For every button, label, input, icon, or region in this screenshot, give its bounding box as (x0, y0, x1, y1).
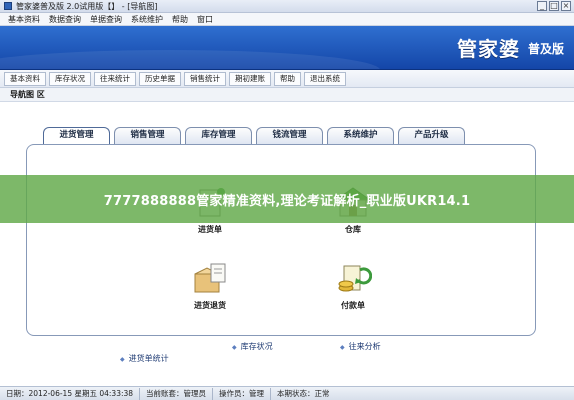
payment-order-icon (334, 262, 373, 294)
toolbar-sales-stats-button[interactable]: 销售统计 (184, 71, 226, 86)
tab-purchase-management[interactable]: 进货管理 (43, 127, 110, 145)
status-period: 本期状态：正常 (277, 388, 330, 398)
tab-system-maintenance[interactable]: 系统维护 (327, 127, 394, 144)
toolbar-basic-data-button[interactable]: 基本资料 (4, 71, 46, 86)
overlay-banner: 7777888888管家精准资料,理论考证解析_职业版UKR14.1 (0, 175, 574, 223)
menu-help[interactable]: 帮助 (172, 14, 188, 25)
payment-order-module[interactable]: 付款单 (318, 262, 388, 311)
link-payables-analysis[interactable]: 往来分析 (340, 341, 381, 352)
quick-links: 库存状况 往来分析 进货单统计 (0, 340, 574, 364)
toolbar-history-bills-button[interactable]: 历史单据 (139, 71, 181, 86)
status-account: 当前账套：管理员 (140, 387, 214, 400)
purchase-order-label: 进货单 (198, 225, 222, 234)
tab-inventory-management[interactable]: 库存管理 (185, 127, 252, 144)
navigation-label: 导航图 区 (10, 90, 45, 99)
title-bar: 管家婆普及版 2.0试用版【】 - [导航图] _ □ × (0, 0, 574, 13)
brand-banner: 管家婆 普及版 (0, 26, 574, 70)
warehouse-label: 仓库 (345, 225, 361, 234)
toolbar-inventory-button[interactable]: 库存状况 (49, 71, 91, 86)
window-controls: _ □ × (537, 1, 571, 11)
menu-bar: 基本资料 数据查询 单据查询 系统维护 帮助 窗口 (0, 13, 574, 26)
minimize-button[interactable]: _ (537, 1, 547, 11)
purchase-return-icon (191, 262, 229, 294)
toolbar-help-button[interactable]: 帮助 (274, 71, 301, 86)
overlay-text: 7777888888管家精准资料,理论考证解析_职业版UKR14.1 (103, 193, 471, 209)
module-panel (26, 144, 536, 336)
purchase-return-module[interactable]: 进货退货 (175, 262, 245, 311)
toolbar: 基本资料 库存状况 往来统计 历史单据 销售统计 期初建账 帮助 退出系统 (0, 70, 574, 88)
tab-sales-management[interactable]: 销售管理 (114, 127, 181, 144)
menu-window[interactable]: 窗口 (197, 14, 213, 25)
tab-cash-management[interactable]: 钱流管理 (256, 127, 323, 144)
link-inventory-status[interactable]: 库存状况 (232, 341, 273, 352)
purchase-return-label: 进货退货 (194, 301, 226, 310)
status-date: 日期：2012-06-15 星期五 04:33:38 (0, 387, 141, 400)
brand-logo: 管家婆 (457, 37, 520, 61)
app-icon (4, 2, 12, 10)
menu-bill-query[interactable]: 单据查询 (90, 14, 122, 25)
maximize-button[interactable]: □ (549, 1, 559, 11)
window-title: 管家婆普及版 2.0试用版【】 - [导航图] (16, 1, 158, 11)
navigation-bar: 导航图 区 (0, 88, 574, 102)
tab-product-upgrade[interactable]: 产品升级 (398, 127, 465, 144)
close-button[interactable]: × (561, 1, 571, 11)
toolbar-exit-button[interactable]: 退出系统 (304, 71, 346, 86)
menu-data-query[interactable]: 数据查询 (49, 14, 81, 25)
module-tabs: 进货管理 销售管理 库存管理 钱流管理 系统维护 产品升级 (43, 127, 465, 145)
banner-decoration (0, 50, 380, 69)
toolbar-account-stats-button[interactable]: 往来统计 (94, 71, 136, 86)
brand-edition: 普及版 (527, 42, 564, 56)
status-operator: 操作员：管理 (213, 387, 272, 400)
status-bar: 日期：2012-06-15 星期五 04:33:38 当前账套：管理员 操作员：… (0, 386, 574, 400)
toolbar-opening-button[interactable]: 期初建账 (229, 71, 271, 86)
payment-order-label: 付款单 (341, 301, 365, 310)
link-purchase-stats[interactable]: 进货单统计 (120, 353, 169, 364)
menu-system-maintenance[interactable]: 系统维护 (131, 14, 163, 25)
menu-basic-data[interactable]: 基本资料 (8, 14, 40, 25)
